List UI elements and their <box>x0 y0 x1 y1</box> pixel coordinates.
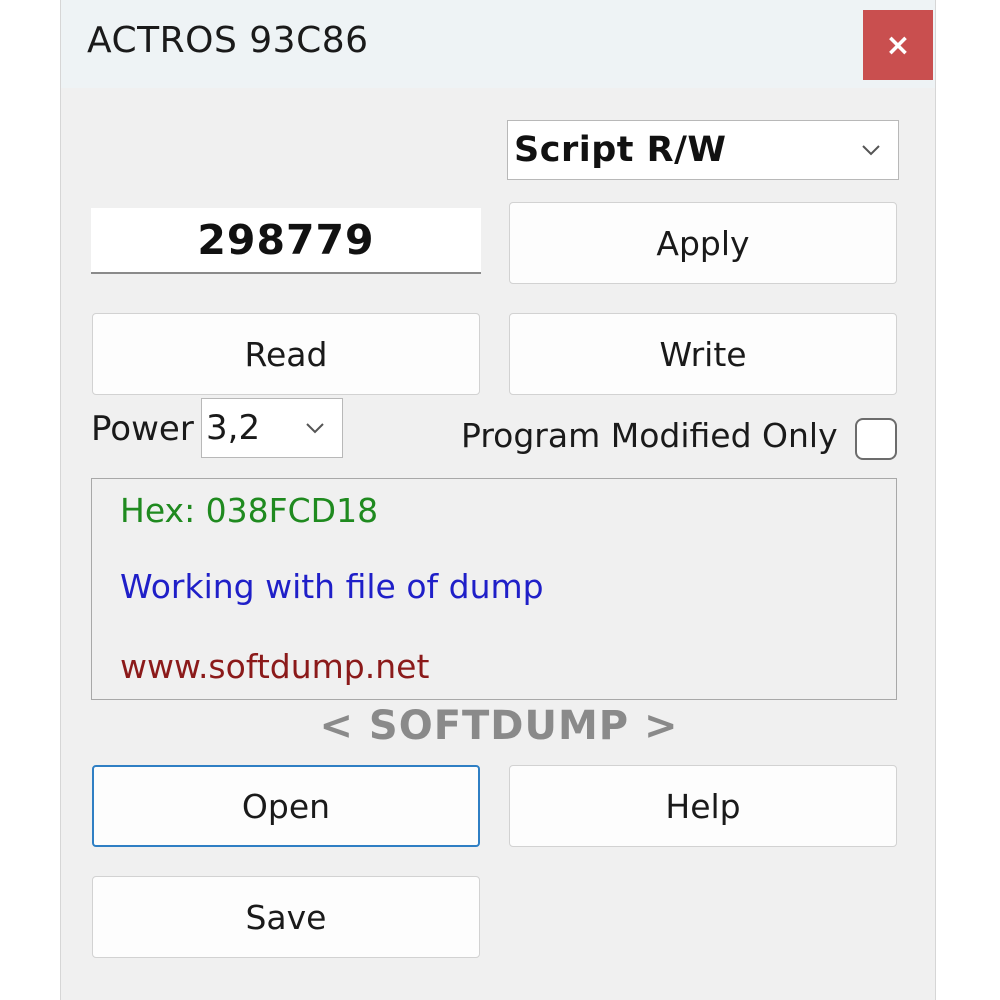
chevron-down-icon <box>306 423 324 434</box>
write-button-label: Write <box>659 334 747 374</box>
window-title: ACTROS 93C86 <box>87 20 369 61</box>
program-modified-only-label: Program Modified Only <box>461 416 838 455</box>
save-button[interactable]: Save <box>92 876 480 958</box>
program-modified-only-checkbox[interactable] <box>855 418 897 460</box>
read-button-label: Read <box>244 334 328 374</box>
help-button[interactable]: Help <box>509 765 897 847</box>
script-mode-select[interactable]: Script R/W <box>507 120 899 180</box>
apply-button[interactable]: Apply <box>509 202 897 284</box>
save-button-label: Save <box>245 897 327 937</box>
chevron-down-icon <box>862 145 880 156</box>
help-button-label: Help <box>665 786 741 826</box>
status-log: Hex: 038FCD18 Working with file of dump … <box>91 478 897 700</box>
log-line-hex: Hex: 038FCD18 <box>120 491 379 530</box>
write-button[interactable]: Write <box>509 313 897 395</box>
power-label: Power <box>91 409 194 449</box>
code-input[interactable]: 298779 <box>91 208 481 274</box>
read-button[interactable]: Read <box>92 313 480 395</box>
apply-button-label: Apply <box>656 223 750 263</box>
title-bar: ACTROS 93C86 × <box>61 0 935 88</box>
brand-logo: < SOFTDUMP > <box>319 703 679 749</box>
close-button[interactable]: × <box>863 10 933 80</box>
power-select[interactable]: 3,2 <box>201 398 343 458</box>
close-icon: × <box>885 27 911 63</box>
open-button-label: Open <box>241 786 331 826</box>
log-line-status: Working with file of dump <box>120 567 544 606</box>
power-value: 3,2 <box>206 408 261 448</box>
open-button[interactable]: Open <box>92 765 480 847</box>
script-mode-value: Script R/W <box>514 130 727 170</box>
log-line-website: www.softdump.net <box>120 647 430 686</box>
app-window: ACTROS 93C86 × Script R/W 298779 Apply R… <box>60 0 936 1000</box>
